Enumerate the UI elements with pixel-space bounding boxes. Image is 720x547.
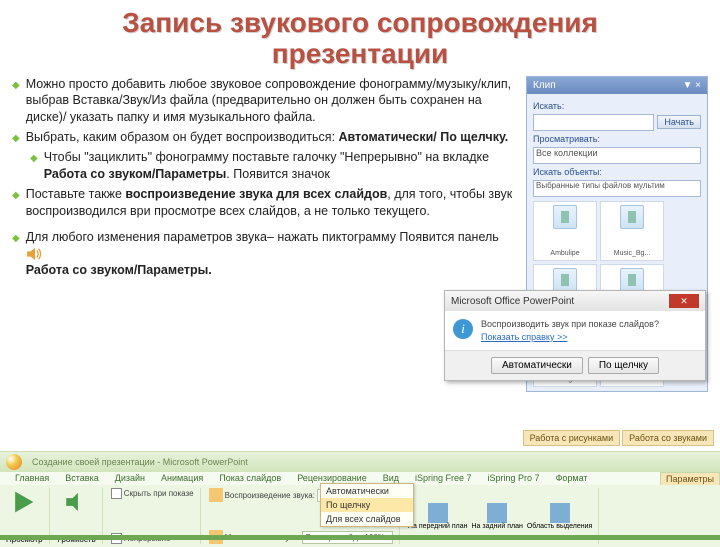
tab-ispring-free[interactable]: iSpring Free 7 (410, 472, 477, 485)
title-line1: Запись звукового сопровождения (12, 8, 708, 39)
close-icon[interactable]: ✕ (669, 294, 699, 308)
objects-select[interactable]: Выбранные типы файлов мультим (533, 180, 701, 197)
panel-close-icon[interactable]: ▼ × (682, 80, 701, 91)
media-icon (620, 268, 644, 292)
dialog-titlebar: Microsoft Office PowerPoint ✕ (445, 291, 705, 311)
bullet-icon: ◆ (12, 79, 20, 127)
search-button[interactable]: Начать (657, 115, 701, 129)
tab-insert[interactable]: Вставка (60, 472, 103, 485)
click-button[interactable]: По щелчку (588, 357, 659, 374)
media-icon (553, 268, 577, 292)
search-input[interactable] (533, 114, 654, 131)
menu-item-auto[interactable]: Автоматически (321, 484, 413, 498)
help-link[interactable]: Показать справку >> (481, 332, 697, 342)
selection-icon[interactable] (550, 503, 570, 523)
hide-checkbox[interactable] (111, 488, 122, 499)
speaker-icon (26, 247, 44, 261)
menu-item-click[interactable]: По щелчку (321, 498, 413, 512)
tab-animation[interactable]: Анимация (156, 472, 208, 485)
bullet-icon: ◆ (30, 152, 38, 183)
bullet-icon: ◆ (12, 189, 20, 220)
bullet-icon: ◆ (12, 232, 20, 280)
clip-thumb[interactable]: Ambulipe (533, 201, 597, 261)
title-line2: презентации (12, 39, 708, 70)
volume-icon[interactable] (64, 489, 90, 515)
browse-select[interactable]: Все коллекции (533, 147, 701, 164)
dialog: Microsoft Office PowerPoint ✕ i Воспроиз… (444, 290, 706, 381)
front-icon[interactable] (428, 503, 448, 523)
window-title: Создание своей презентации - Microsoft P… (32, 457, 248, 467)
tab-slideshow[interactable]: Показ слайдов (214, 472, 286, 485)
body-text: ◆Можно просто добавить любое звуковое со… (12, 76, 518, 392)
bullet-2-sub: Чтобы "зациклить" фонограмму поставьте г… (44, 149, 518, 183)
bullet-4: Для любого изменения параметров звука– н… (26, 229, 518, 280)
tab-home[interactable]: Главная (10, 472, 54, 485)
bullet-1: Можно просто добавить любое звуковое соп… (26, 76, 518, 127)
dialog-title: Microsoft Office PowerPoint (451, 296, 574, 307)
media-icon (620, 205, 644, 229)
browse-label: Просматривать: (533, 134, 701, 144)
info-icon: i (453, 319, 473, 339)
media-icon (553, 205, 577, 229)
sound-icon (209, 488, 223, 502)
panel-title-bar: Клип ▼ × (527, 77, 707, 94)
context-tab-sounds[interactable]: Работа со звуками (622, 430, 714, 446)
back-icon[interactable] (487, 503, 507, 523)
auto-button[interactable]: Автоматически (491, 357, 583, 374)
context-tab-pictures[interactable]: Работа с рисунками (523, 430, 621, 446)
slide-title: Запись звукового сопровождения презентац… (12, 8, 708, 70)
play-icon[interactable] (11, 489, 37, 515)
office-icon[interactable] (6, 454, 22, 470)
panel-title: Клип (533, 80, 556, 91)
bullet-3: Поставьте также воспроизведение звука дл… (26, 186, 518, 220)
playback-menu: Автоматически По щелчку Для всех слайдов (320, 483, 414, 527)
bullet-2: Выбрать, каким образом он будет воспроиз… (26, 129, 518, 146)
objects-label: Искать объекты: (533, 167, 701, 177)
hide-label: Скрыть при показе (124, 489, 194, 498)
bullet-icon: ◆ (12, 132, 20, 146)
dialog-message: Воспроизводить звук при показе слайдов? (481, 319, 659, 329)
tab-ispring-pro[interactable]: iSpring Pro 7 (483, 472, 545, 485)
playback-label: Воспроизведение звука: (225, 491, 315, 500)
tab-parameters[interactable]: Параметры (660, 472, 720, 485)
search-label: Искать: (533, 101, 701, 111)
clip-thumb[interactable]: Music_Bg... (600, 201, 664, 261)
menu-item-all-slides[interactable]: Для всех слайдов (321, 512, 413, 526)
tab-format[interactable]: Формат (551, 472, 593, 485)
footer-band (0, 535, 720, 540)
tab-design[interactable]: Дизайн (110, 472, 150, 485)
